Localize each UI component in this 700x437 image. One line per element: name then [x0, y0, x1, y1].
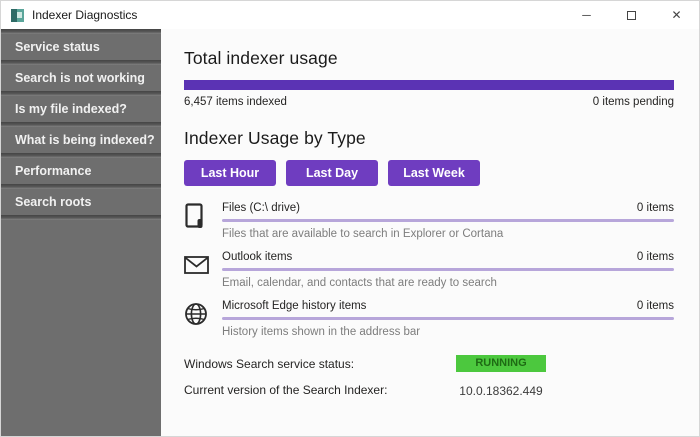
minimize-button[interactable]: ─: [564, 1, 609, 29]
window-controls: ─ ✕: [564, 1, 699, 29]
total-usage-progress-fill: [184, 80, 674, 90]
last-hour-button[interactable]: Last Hour: [184, 160, 276, 186]
row-count: 0 items: [637, 202, 674, 214]
row-count: 0 items: [637, 251, 674, 263]
sidebar-item-is-my-file-indexed[interactable]: Is my file indexed?: [1, 96, 161, 122]
row-title: Files (C:\ drive): [222, 202, 300, 214]
close-button[interactable]: ✕: [654, 1, 699, 29]
document-icon: [184, 202, 222, 240]
maximize-button[interactable]: [609, 1, 654, 29]
sidebar-divider: [1, 215, 161, 220]
service-status-badge: RUNNING: [456, 355, 546, 372]
row-description: Email, calendar, and contacts that are r…: [222, 277, 674, 289]
row-count: 0 items: [637, 300, 674, 312]
row-progressbar: [222, 219, 674, 222]
items-indexed-label: 6,457 items indexed: [184, 96, 287, 108]
maximize-icon: [627, 11, 636, 20]
envelope-icon: [184, 251, 222, 289]
usage-row-outlook: Outlook items 0 items Email, calendar, a…: [184, 251, 674, 289]
app-icon: [11, 9, 24, 22]
title-bar: Indexer Diagnostics ─ ✕: [1, 1, 699, 29]
total-usage-progressbar: [184, 80, 674, 90]
items-pending-label: 0 items pending: [593, 96, 674, 108]
sidebar-item-service-status[interactable]: Service status: [1, 34, 161, 60]
row-title: Microsoft Edge history items: [222, 300, 366, 312]
globe-icon: [184, 300, 222, 338]
last-day-button[interactable]: Last Day: [286, 160, 378, 186]
version-value: 10.0.18362.449: [456, 384, 546, 398]
sidebar-item-search-not-working[interactable]: Search is not working: [1, 65, 161, 91]
service-status-label: Windows Search service status:: [184, 357, 456, 371]
usage-row-edge-history: Microsoft Edge history items 0 items His…: [184, 300, 674, 338]
usage-row-files: Files (C:\ drive) 0 items Files that are…: [184, 202, 674, 240]
last-week-button[interactable]: Last Week: [388, 160, 480, 186]
sidebar-item-performance[interactable]: Performance: [1, 158, 161, 184]
window-title: Indexer Diagnostics: [32, 8, 137, 22]
version-label: Current version of the Search Indexer:: [184, 383, 456, 397]
main-content: Total indexer usage 6,457 items indexed …: [161, 29, 699, 436]
total-usage-heading: Total indexer usage: [184, 48, 674, 69]
row-progressbar: [222, 317, 674, 320]
row-description: History items shown in the address bar: [222, 326, 674, 338]
row-description: Files that are available to search in Ex…: [222, 228, 674, 240]
usage-by-type-heading: Indexer Usage by Type: [184, 128, 674, 149]
row-title: Outlook items: [222, 251, 292, 263]
sidebar: Service status Search is not working Is …: [1, 29, 161, 436]
sidebar-item-search-roots[interactable]: Search roots: [1, 189, 161, 215]
row-progressbar: [222, 268, 674, 271]
sidebar-item-what-is-being-indexed[interactable]: What is being indexed?: [1, 127, 161, 153]
